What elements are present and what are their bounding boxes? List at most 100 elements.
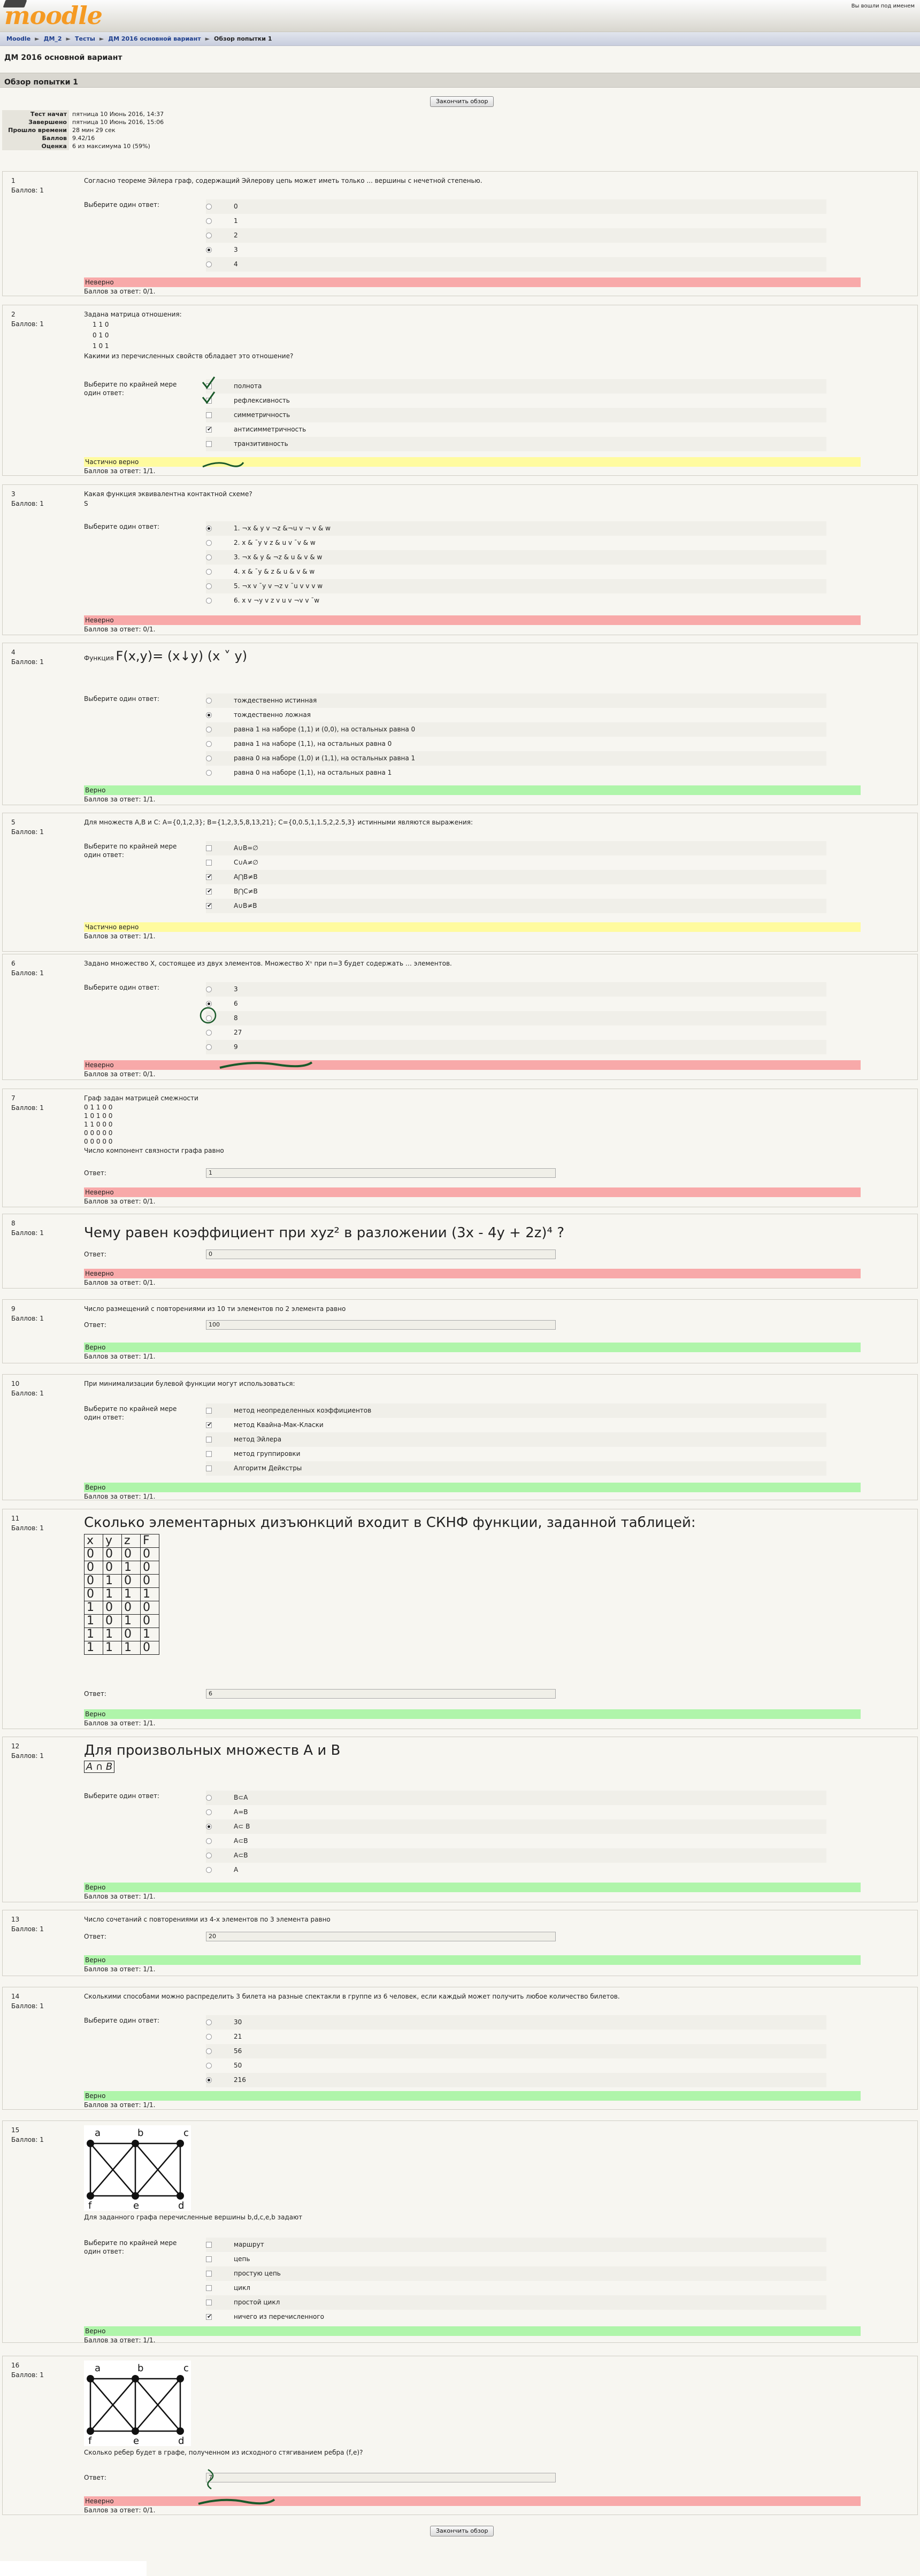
question-15: 15 Баллов: 1 abc fed Для заданного графа … xyxy=(2,2120,918,2344)
question-text: При минимализации булевой функции могут … xyxy=(84,1380,295,1387)
radio-button[interactable] xyxy=(206,233,212,238)
radio-button[interactable] xyxy=(206,526,212,531)
breadcrumb-moodle[interactable]: Moodle xyxy=(6,35,30,42)
svg-text:c: c xyxy=(183,2127,189,2139)
graph-diagram: a b c f e d xyxy=(84,2361,191,2447)
answer-field[interactable]: 1 xyxy=(206,1168,556,1178)
answer-options: B⊂A A=B A⊂ B A⊂B A⊂B A xyxy=(206,1791,826,1877)
handwritten-scribble xyxy=(202,462,244,468)
checkbox[interactable] xyxy=(206,1466,212,1471)
answer-field[interactable]: 6 xyxy=(206,1689,556,1699)
radio-button[interactable] xyxy=(206,1853,212,1858)
question-11: 11 Баллов: 1 Сколько элементарных дизъюнк… xyxy=(2,1509,918,1729)
svg-text:b: b xyxy=(137,2363,143,2374)
checkbox[interactable] xyxy=(206,871,212,882)
question-score: Баллов за ответ: 1/1. xyxy=(84,467,156,475)
radio-button[interactable] xyxy=(206,2048,212,2054)
radio-button[interactable] xyxy=(206,2034,212,2040)
radio-button[interactable] xyxy=(206,2063,212,2069)
checkbox[interactable] xyxy=(206,1451,212,1457)
radio-button[interactable] xyxy=(206,986,212,992)
svg-text:c: c xyxy=(183,2363,189,2374)
radio-button[interactable] xyxy=(206,712,212,718)
checkbox[interactable] xyxy=(206,424,212,435)
answer-field[interactable]: 20 xyxy=(206,1932,556,1941)
answer-options: полнота рефлексивность симметричность ан… xyxy=(206,379,826,451)
radio-button[interactable] xyxy=(206,569,212,575)
feedback-bar: Частично верно xyxy=(84,457,861,467)
svg-text:e: e xyxy=(133,2200,139,2211)
finish-review-button-top[interactable]: Закончить обзор xyxy=(430,96,494,107)
checkbox[interactable] xyxy=(206,412,212,418)
radio-button[interactable] xyxy=(206,261,212,267)
radio-button[interactable] xyxy=(206,698,212,704)
checkbox[interactable] xyxy=(206,1408,212,1414)
checkbox[interactable] xyxy=(206,441,212,447)
option[interactable]: 0 xyxy=(206,199,826,214)
finish-review-button-bottom[interactable]: Закончить обзор xyxy=(430,2526,494,2536)
radio-button[interactable] xyxy=(206,1809,212,1815)
moodle-logo[interactable]: moodle xyxy=(3,0,103,29)
checkbox[interactable] xyxy=(206,2256,212,2262)
radio-button[interactable] xyxy=(206,218,212,224)
answer-field[interactable]: 100 xyxy=(206,1320,556,1330)
answer-options: 30 21 56 50 216 xyxy=(206,2015,826,2087)
radio-button[interactable] xyxy=(206,247,212,253)
radio-button[interactable] xyxy=(206,755,212,761)
radio-button[interactable] xyxy=(206,204,212,210)
option[interactable]: 3 xyxy=(206,243,826,257)
question-text: Задана матрица отношения: xyxy=(84,311,182,318)
checkbox[interactable] xyxy=(206,2271,212,2277)
feedback-bar: Верно xyxy=(84,1483,861,1492)
breadcrumb-tests[interactable]: Тесты xyxy=(75,35,95,42)
radio-button[interactable] xyxy=(206,2019,212,2025)
breadcrumb-quiz[interactable]: ДМ 2016 основной вариант xyxy=(108,35,201,42)
breadcrumb-course[interactable]: ДМ_2 xyxy=(44,35,62,42)
adjacency-matrix: 0 1 1 0 01 0 1 0 01 1 0 0 00 0 0 0 00 0 … xyxy=(84,1104,113,1145)
option[interactable]: 1 xyxy=(206,214,826,228)
option[interactable]: 4 xyxy=(206,257,826,272)
checkbox[interactable] xyxy=(206,1420,212,1430)
question-text: Задано множество X, состоящее из двух эл… xyxy=(84,960,452,967)
checkbox[interactable] xyxy=(206,900,212,911)
checkbox[interactable] xyxy=(206,2242,212,2248)
checkbox[interactable] xyxy=(206,886,212,897)
radio-button[interactable] xyxy=(206,2077,212,2083)
question-score: Баллов за ответ: 0/1. xyxy=(84,288,156,295)
feedback-bar: Верно xyxy=(84,1343,861,1352)
question-7: 7 Баллов: 1 Граф задан матрицей смежности… xyxy=(2,1089,918,1207)
feedback-bar: Неверно xyxy=(84,1187,861,1197)
radio-button[interactable] xyxy=(206,1795,212,1801)
answer-field[interactable]: 0 xyxy=(206,1250,556,1259)
checkbox[interactable] xyxy=(206,2285,212,2291)
radio-button[interactable] xyxy=(206,1044,212,1050)
radio-button[interactable] xyxy=(206,583,212,589)
handwritten-mark xyxy=(207,2469,214,2490)
checkbox[interactable] xyxy=(206,2300,212,2305)
attempt-summary: Тест начат пятница 10 Июнь 2016, 14:37 За… xyxy=(2,110,918,150)
question-8: 8 Баллов: 1 Чему равен коэффициент при xy… xyxy=(2,1214,918,1289)
svg-text:d: d xyxy=(178,2435,184,2446)
radio-button[interactable] xyxy=(206,540,212,546)
question-13: 13 Баллов: 1 Число сочетаний с повторения… xyxy=(2,1910,918,1976)
question-score: Баллов за ответ: 0/1. xyxy=(84,1198,156,1205)
radio-button[interactable] xyxy=(206,1838,212,1844)
radio-button[interactable] xyxy=(206,741,212,747)
option[interactable]: 2 xyxy=(206,228,826,243)
radio-button[interactable] xyxy=(206,1030,212,1036)
radio-button[interactable] xyxy=(206,770,212,776)
feedback-bar: Неверно xyxy=(84,1269,861,1278)
answer-options: 1. ¬x & y v ¬z &¬u v ¬ v & w 2. x & ¯y v… xyxy=(206,521,826,608)
radio-button[interactable] xyxy=(206,1867,212,1873)
feedback-bar: Верно xyxy=(84,2091,861,2101)
checkbox[interactable] xyxy=(206,2311,212,2322)
radio-button[interactable] xyxy=(206,1824,212,1830)
checkbox[interactable] xyxy=(206,860,212,866)
feedback-bar: Частично верно xyxy=(84,922,861,932)
radio-button[interactable] xyxy=(206,554,212,560)
answer-field[interactable]: 7 xyxy=(206,2473,556,2482)
checkbox[interactable] xyxy=(206,845,212,851)
radio-button[interactable] xyxy=(206,727,212,732)
checkbox[interactable] xyxy=(206,1437,212,1443)
radio-button[interactable] xyxy=(206,598,212,604)
